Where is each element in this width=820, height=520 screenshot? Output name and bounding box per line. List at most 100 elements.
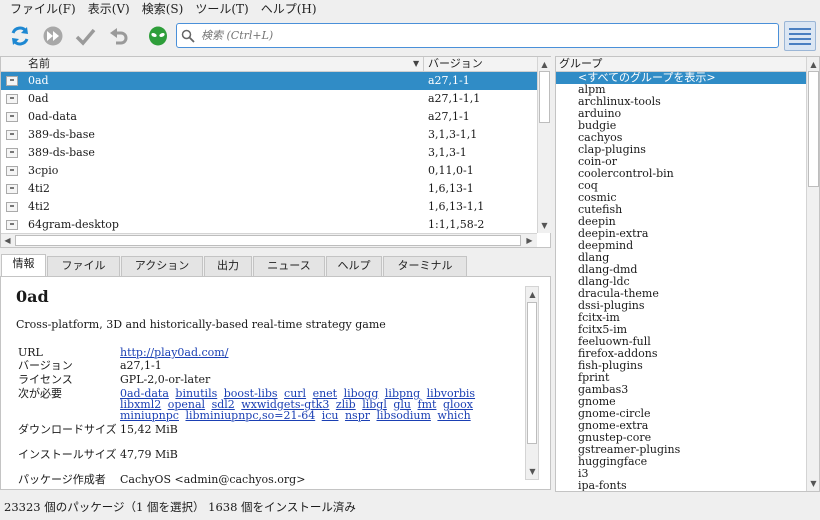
scroll-up-arrow-icon[interactable]: ▲ <box>807 58 819 71</box>
package-info-panel: 0ad Cross-platform, 3D and historically-… <box>0 276 551 490</box>
dependency-link[interactable]: which <box>437 409 470 422</box>
package-vscrollbar[interactable]: ▲ ▼ <box>537 57 551 233</box>
column-header-name[interactable]: 名前 <box>28 57 50 71</box>
package-title: 0ad <box>16 287 49 306</box>
list-icon <box>789 42 811 45</box>
scroll-thumb[interactable] <box>15 235 521 246</box>
scroll-down-arrow-icon[interactable]: ▼ <box>526 465 539 478</box>
tab-output[interactable]: 出力 <box>204 256 252 276</box>
package-name-cell: 0ad-data <box>28 110 77 123</box>
package-status-icon[interactable] <box>6 148 18 158</box>
dependency-links: 0ad-data binutils boost-libs curl enet l… <box>120 388 515 421</box>
package-status-icon[interactable] <box>6 94 18 104</box>
checkmark-icon <box>75 28 96 46</box>
menu-view[interactable]: 表示(V) <box>82 1 136 17</box>
package-version-cell: a27,1-1,1 <box>428 92 481 105</box>
package-name-cell: 64gram-desktop <box>28 218 119 231</box>
refresh-icon <box>11 26 29 46</box>
package-status-icon[interactable] <box>6 130 18 140</box>
packager-value: CachyOS <admin@cachyos.org> <box>120 473 306 486</box>
table-row[interactable]: 64gram-desktop 1:1,1,58-2 <box>1 216 537 234</box>
tab-news[interactable]: ニュース <box>253 256 325 276</box>
menu-bar: ファイル(F) 表示(V) 検索(S) ツール(T) ヘルプ(H) <box>0 0 820 17</box>
download-size-value: 15,42 MiB <box>120 423 178 436</box>
package-rows: 0ad a27,1-1 0ad a27,1-1,1 0ad-data a27,1-1 389… <box>1 72 537 234</box>
scroll-left-arrow-icon[interactable]: ◀ <box>1 234 14 247</box>
package-status-icon[interactable] <box>6 76 18 86</box>
scroll-right-arrow-icon[interactable]: ▶ <box>523 234 536 247</box>
package-status-icon[interactable] <box>6 166 18 176</box>
package-name-cell: 389-ds-base <box>28 146 95 159</box>
dependency-link[interactable]: nspr <box>345 409 370 422</box>
package-version-cell: 1:1,1,58-2 <box>428 218 485 231</box>
package-version-cell: 3,1,3-1,1 <box>428 128 478 141</box>
scroll-thumb[interactable] <box>808 71 819 187</box>
download-size-label: ダウンロードサイズ <box>18 423 117 436</box>
dependency-link[interactable]: libsodium <box>377 409 431 422</box>
scroll-down-arrow-icon[interactable]: ▼ <box>538 219 551 232</box>
tab-files[interactable]: ファイル <box>47 256 120 276</box>
group-item[interactable]: huggingface <box>556 456 806 468</box>
search-field[interactable] <box>176 23 779 48</box>
list-icon <box>789 37 811 40</box>
table-row[interactable]: 4ti2 1,6,13-1 <box>1 180 537 198</box>
url-link[interactable]: http://play0ad.com/ <box>120 347 228 359</box>
table-row[interactable]: 0ad a27,1-1 <box>1 72 537 90</box>
package-hscrollbar[interactable]: ◀ ▶ <box>1 233 537 247</box>
undo-icon <box>110 28 128 45</box>
menu-tools[interactable]: ツール(T) <box>189 1 254 17</box>
package-status-icon[interactable] <box>6 112 18 122</box>
package-version-cell: 1,6,13-1,1 <box>428 200 485 213</box>
apply-all-button[interactable] <box>40 23 66 49</box>
dependency-link[interactable]: miniupnpc <box>120 409 179 422</box>
table-row[interactable]: 4ti2 1,6,13-1,1 <box>1 198 537 216</box>
scroll-thumb[interactable] <box>527 302 537 444</box>
license-label: ライセンス <box>18 373 73 386</box>
tab-terminal[interactable]: ターミナル <box>383 256 467 276</box>
aur-button[interactable] <box>145 23 171 49</box>
view-toggle-button[interactable] <box>784 21 816 51</box>
url-label: URL <box>18 346 43 359</box>
menu-file[interactable]: ファイル(F) <box>4 1 82 17</box>
group-item[interactable]: ipa-fonts <box>556 480 806 492</box>
menu-help[interactable]: ヘルプ(H) <box>255 1 323 17</box>
menu-search[interactable]: 検索(S) <box>136 1 190 17</box>
dependency-link[interactable]: icu <box>322 409 339 422</box>
column-header-version[interactable]: バージョン <box>428 57 483 71</box>
cancel-button[interactable] <box>106 23 132 49</box>
dependency-link[interactable]: libminiupnpc,so=21-64 <box>185 409 315 422</box>
tab-actions[interactable]: アクション <box>121 256 203 276</box>
apply-button[interactable] <box>72 23 98 49</box>
table-row[interactable]: 3cpio 0,11,0-1 <box>1 162 537 180</box>
sort-arrow-icon[interactable]: ▼ <box>413 57 419 71</box>
fast-forward-icon <box>43 26 63 46</box>
package-name-cell: 4ti2 <box>28 200 50 213</box>
package-table: 名前 ▼ バージョン 0ad a27,1-1 0ad a27,1-1,1 0ad-dat… <box>0 56 551 248</box>
package-description: Cross-platform, 3D and historically-base… <box>16 318 386 331</box>
package-status-icon[interactable] <box>6 220 18 230</box>
group-vscrollbar[interactable]: ▲ ▼ <box>806 57 819 491</box>
version-value: a27,1-1 <box>120 359 162 372</box>
table-row[interactable]: 389-ds-base 3,1,3-1 <box>1 144 537 162</box>
scroll-thumb[interactable] <box>539 71 550 123</box>
list-icon <box>789 27 811 30</box>
scroll-up-arrow-icon[interactable]: ▲ <box>538 58 551 71</box>
table-row[interactable]: 0ad a27,1-1,1 <box>1 90 537 108</box>
package-status-icon[interactable] <box>6 202 18 212</box>
alien-icon <box>149 26 167 46</box>
packager-label: パッケージ作成者 <box>18 473 106 486</box>
table-row[interactable]: 389-ds-base 3,1,3-1,1 <box>1 126 537 144</box>
search-input[interactable] <box>201 29 761 42</box>
refresh-button[interactable] <box>7 23 33 49</box>
install-size-value: 47,79 MiB <box>120 448 178 461</box>
scroll-up-arrow-icon[interactable]: ▲ <box>526 288 539 301</box>
tab-info[interactable]: 情報 <box>1 254 46 276</box>
table-row[interactable]: 0ad-data a27,1-1 <box>1 108 537 126</box>
package-status-icon[interactable] <box>6 184 18 194</box>
info-vscrollbar[interactable]: ▲ ▼ <box>525 286 539 480</box>
package-name-cell: 4ti2 <box>28 182 50 195</box>
list-icon <box>789 32 811 35</box>
group-header[interactable]: グループ <box>556 57 806 72</box>
scroll-down-arrow-icon[interactable]: ▼ <box>807 477 819 490</box>
tab-help[interactable]: ヘルプ <box>326 256 382 276</box>
